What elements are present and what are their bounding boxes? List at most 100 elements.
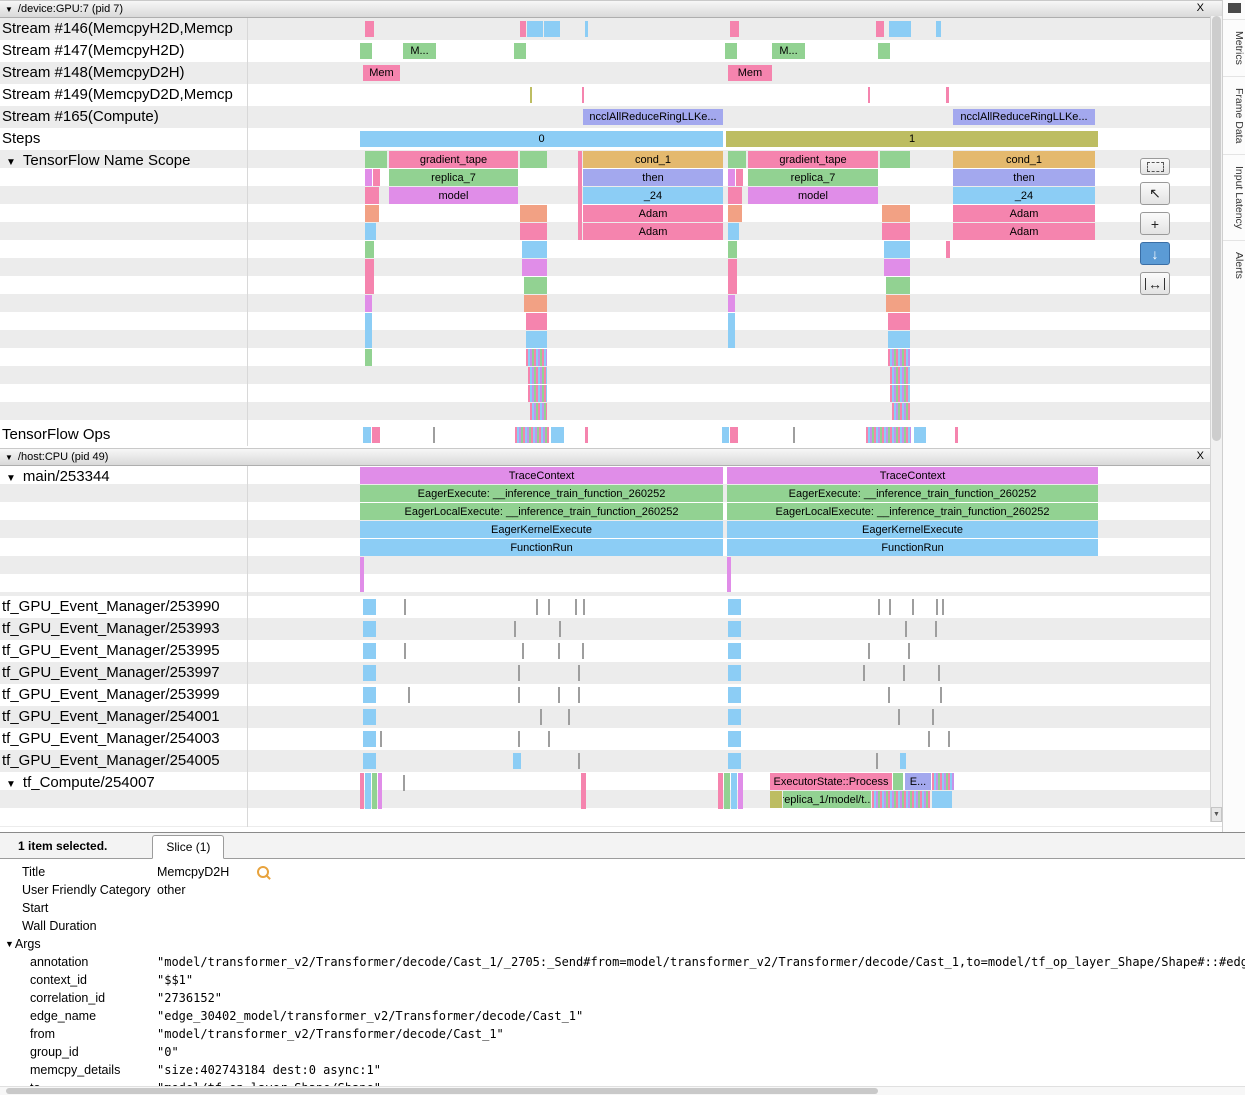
trace-event[interactable] xyxy=(404,643,406,659)
trace-event[interactable] xyxy=(728,621,741,637)
trace-event[interactable] xyxy=(892,403,910,420)
trace-event[interactable] xyxy=(578,753,580,769)
trace-event[interactable]: EagerExecute: __inference_train_function… xyxy=(727,485,1098,502)
trace-event[interactable] xyxy=(360,773,364,809)
trace-event[interactable] xyxy=(888,687,890,703)
trace-event[interactable] xyxy=(365,313,372,348)
args-header[interactable]: ▼ Args xyxy=(5,935,1245,953)
trace-event[interactable] xyxy=(365,169,372,186)
trace-event[interactable]: M... xyxy=(403,43,436,59)
collapse-arrow-icon[interactable]: ▼ xyxy=(6,473,16,484)
trace-event[interactable] xyxy=(373,169,380,186)
trace-event[interactable] xyxy=(727,557,731,592)
trace-event[interactable]: ExecutorState::Process xyxy=(770,773,892,790)
trace-event[interactable] xyxy=(736,169,743,186)
trace-event[interactable] xyxy=(940,687,942,703)
collapse-arrow-icon[interactable]: ▼ xyxy=(6,779,16,790)
trace-event[interactable] xyxy=(530,403,547,420)
trace-event[interactable] xyxy=(582,87,584,103)
trace-event[interactable] xyxy=(728,313,735,348)
trace-event[interactable]: ncclAllReduceRingLLKe... xyxy=(583,109,723,125)
trace-event[interactable]: EagerExecute: __inference_train_function… xyxy=(360,485,723,502)
trace-event[interactable]: TraceContext xyxy=(727,467,1098,484)
trace-event[interactable] xyxy=(528,385,547,402)
trace-event[interactable] xyxy=(527,21,543,37)
trace-event[interactable]: TraceContext xyxy=(360,467,723,484)
trace-event[interactable]: _24 xyxy=(583,187,723,204)
cpu-panel-header[interactable]: ▼ /host:CPU (pid 49) X xyxy=(0,448,1222,466)
trace-event[interactable] xyxy=(878,599,880,615)
trace-event[interactable] xyxy=(360,43,372,59)
trace-event[interactable]: EagerKernelExecute xyxy=(727,521,1098,538)
trace-event[interactable]: 0 xyxy=(360,131,723,147)
trace-event[interactable] xyxy=(898,709,900,725)
tab-input-latency[interactable]: Input Latency xyxy=(1223,154,1245,240)
trace-event[interactable] xyxy=(728,187,742,204)
trace-event[interactable] xyxy=(728,753,741,769)
trace-event[interactable] xyxy=(882,205,910,222)
trace-event[interactable] xyxy=(914,427,926,443)
trace-event[interactable] xyxy=(932,709,934,725)
trace-event[interactable] xyxy=(728,295,735,312)
trace-event[interactable]: cond_1 xyxy=(583,151,723,168)
trace-event[interactable]: EagerLocalExecute: __inference_train_fun… xyxy=(360,503,723,520)
trace-event[interactable] xyxy=(770,791,782,808)
trace-event[interactable] xyxy=(728,241,737,258)
trace-event[interactable] xyxy=(372,773,377,809)
trace-event[interactable] xyxy=(403,775,405,791)
trace-event[interactable]: EagerLocalExecute: __inference_train_fun… xyxy=(727,503,1098,520)
trace-event[interactable] xyxy=(728,259,737,294)
trace-event[interactable] xyxy=(522,241,547,258)
trace-event[interactable] xyxy=(365,349,372,366)
trace-event[interactable] xyxy=(868,643,870,659)
timing-mode-button[interactable]: ↔ xyxy=(1140,272,1170,295)
trace-event[interactable] xyxy=(730,21,739,37)
trace-event[interactable] xyxy=(731,773,737,809)
trace-event[interactable] xyxy=(884,241,910,258)
cpu-close-button[interactable]: X xyxy=(1197,450,1204,462)
trace-event[interactable] xyxy=(380,731,382,747)
trace-event[interactable] xyxy=(585,427,588,443)
trace-event[interactable] xyxy=(908,643,910,659)
trace-event[interactable] xyxy=(725,43,737,59)
trace-event[interactable] xyxy=(724,773,730,809)
trace-event[interactable] xyxy=(955,427,958,443)
trace-event[interactable] xyxy=(872,791,930,808)
collapse-arrow-icon[interactable]: ▼ xyxy=(6,157,16,168)
trace-event[interactable]: Mem xyxy=(728,65,772,81)
trace-event[interactable] xyxy=(544,21,560,37)
trace-event[interactable] xyxy=(938,665,940,681)
trace-event[interactable] xyxy=(585,21,588,37)
vertical-scrollbar-thumb[interactable] xyxy=(1212,16,1221,441)
trace-event[interactable]: 1 xyxy=(726,131,1098,147)
trace-event[interactable] xyxy=(363,709,376,725)
trace-event[interactable]: then xyxy=(953,169,1095,186)
trace-event[interactable]: gradient_tape xyxy=(389,151,518,168)
trace-event[interactable] xyxy=(363,687,376,703)
vertical-scrollbar[interactable]: ▼ xyxy=(1210,16,1222,822)
trace-event[interactable]: model xyxy=(748,187,878,204)
trace-event[interactable] xyxy=(363,731,376,747)
trace-event[interactable] xyxy=(946,87,949,103)
trace-event[interactable] xyxy=(520,21,526,37)
trace-event[interactable] xyxy=(936,599,938,615)
trace-event[interactable]: replica_1/model/t... xyxy=(783,791,871,808)
trace-event[interactable] xyxy=(514,621,516,637)
trace-event[interactable]: M... xyxy=(772,43,805,59)
trace-event[interactable] xyxy=(524,277,547,294)
trace-event[interactable] xyxy=(728,665,741,681)
trace-event[interactable] xyxy=(728,731,741,747)
trace-event[interactable] xyxy=(528,367,547,384)
gpu-close-button[interactable]: X xyxy=(1197,2,1204,14)
trace-event[interactable] xyxy=(578,687,580,703)
pan-mode-button[interactable]: + xyxy=(1140,212,1170,235)
trace-event[interactable] xyxy=(530,87,532,103)
trace-event[interactable] xyxy=(559,621,561,637)
trace-event[interactable]: FunctionRun xyxy=(727,539,1098,556)
trace-event[interactable] xyxy=(889,599,891,615)
trace-event[interactable]: Adam xyxy=(583,223,723,240)
track-label[interactable]: ▼TensorFlow Name Scope xyxy=(0,150,248,424)
trace-event[interactable] xyxy=(886,295,910,312)
collapse-arrow-icon[interactable]: ▼ xyxy=(5,939,14,949)
trace-event[interactable] xyxy=(738,773,743,809)
